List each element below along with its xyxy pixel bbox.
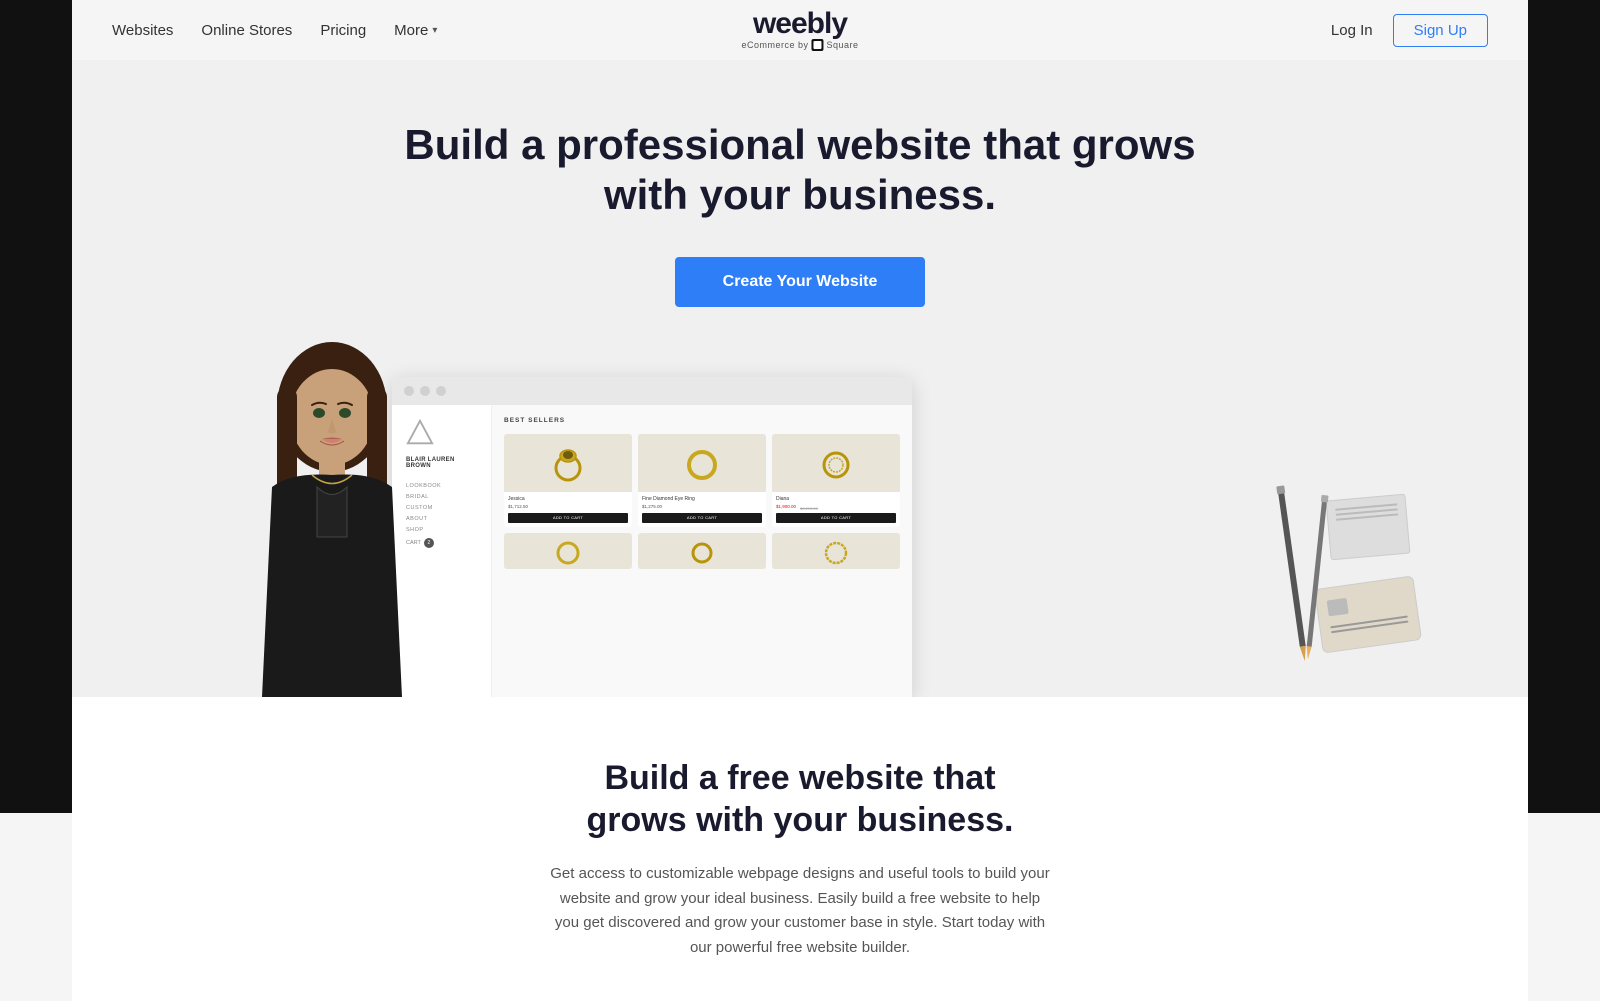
nav-item-pricing[interactable]: Pricing bbox=[320, 22, 366, 39]
hero-title: Build a professional website that grows … bbox=[112, 120, 1488, 221]
product-price-orig-diana: $3,299.00 bbox=[800, 506, 818, 511]
product-grid: Jessica $1,712.50 ADD TO CART bbox=[504, 434, 900, 527]
product-info-diana: Diana $1,900.00 $3,299.00 ADD TO CART bbox=[772, 492, 900, 527]
product-card-r2-3 bbox=[772, 533, 900, 569]
add-to-cart-ring: ADD TO CART bbox=[642, 513, 762, 523]
product-price-ring: $1,275.00 bbox=[642, 504, 762, 509]
product-card-jessica: Jessica $1,712.50 ADD TO CART bbox=[504, 434, 632, 527]
logo-text: weebly bbox=[753, 9, 847, 39]
product-price-jessica: $1,712.50 bbox=[508, 504, 628, 509]
add-to-cart-diana: ADD TO CART bbox=[776, 513, 896, 523]
product-img-ring bbox=[638, 434, 766, 492]
hero-visuals: BLAIR LAUREN BROWN LOOKBOOK BRIDAL CUSTO… bbox=[112, 357, 1488, 697]
product-row-2 bbox=[504, 533, 900, 569]
navbar: Websites Online Stores Pricing More ▾ we… bbox=[72, 0, 1528, 60]
best-sellers-title: BEST SELLERS bbox=[504, 417, 900, 424]
product-img-diana bbox=[772, 434, 900, 492]
mockup-body: BLAIR LAUREN BROWN LOOKBOOK BRIDAL CUSTO… bbox=[392, 405, 912, 697]
deco-right bbox=[1248, 477, 1408, 677]
logo-sub: eCommerce by Square bbox=[741, 39, 858, 51]
lower-title: Build a free website that grows with you… bbox=[112, 757, 1488, 842]
signup-button[interactable]: Sign Up bbox=[1393, 14, 1488, 47]
nav-item-online-stores[interactable]: Online Stores bbox=[201, 22, 292, 39]
lower-description: Get access to customizable webpage desig… bbox=[550, 862, 1050, 961]
product-card-r2-1 bbox=[504, 533, 632, 569]
logo-sub-text: eCommerce by bbox=[741, 40, 808, 50]
nav-item-more[interactable]: More ▾ bbox=[394, 22, 437, 39]
product-name-ring: Fine Diamond Eye Ring bbox=[642, 496, 762, 502]
product-card-diana: Diana $1,900.00 $3,299.00 ADD TO CART bbox=[772, 434, 900, 527]
product-card-ring: Fine Diamond Eye Ring $1,275.00 ADD TO C… bbox=[638, 434, 766, 527]
product-img-jessica bbox=[504, 434, 632, 492]
product-name-diana: Diana bbox=[776, 496, 896, 502]
mockup-content: BEST SELLERS bbox=[492, 405, 912, 697]
nav-item-websites[interactable]: Websites bbox=[112, 22, 173, 39]
create-website-button[interactable]: Create Your Website bbox=[675, 257, 926, 307]
hero-section: Build a professional website that grows … bbox=[72, 60, 1528, 697]
side-bar-left bbox=[0, 0, 72, 813]
login-button[interactable]: Log In bbox=[1331, 22, 1373, 39]
square-icon bbox=[812, 39, 824, 51]
lower-title-line2: grows with your business. bbox=[587, 801, 1014, 839]
website-mockup: BLAIR LAUREN BROWN LOOKBOOK BRIDAL CUSTO… bbox=[392, 377, 912, 697]
nav-logo[interactable]: weebly eCommerce by Square bbox=[741, 9, 858, 51]
main-wrapper: Websites Online Stores Pricing More ▾ we… bbox=[72, 0, 1528, 1001]
chevron-down-icon: ▾ bbox=[432, 25, 437, 36]
side-bar-right bbox=[1528, 0, 1600, 813]
product-name-jessica: Jessica bbox=[508, 496, 628, 502]
lower-title-line1: Build a free website that bbox=[604, 759, 995, 797]
nav-more-label: More bbox=[394, 22, 428, 39]
lower-section: Build a free website that grows with you… bbox=[72, 697, 1528, 1001]
hero-cta-area: Create Your Website bbox=[112, 257, 1488, 307]
hero-title-line1: Build a professional website that grows bbox=[404, 121, 1195, 168]
product-price-sale-diana: $1,900.00 bbox=[776, 504, 796, 509]
product-card-r2-2 bbox=[638, 533, 766, 569]
titlebar-dot-3 bbox=[436, 386, 446, 396]
nav-right: Log In Sign Up bbox=[1331, 14, 1488, 47]
add-to-cart-jessica: ADD TO CART bbox=[508, 513, 628, 523]
person-image bbox=[232, 317, 432, 697]
mockup-titlebar bbox=[392, 377, 912, 405]
logo-square-text: Square bbox=[827, 40, 859, 50]
product-info-jessica: Jessica $1,712.50 ADD TO CART bbox=[504, 492, 632, 527]
product-info-ring: Fine Diamond Eye Ring $1,275.00 ADD TO C… bbox=[638, 492, 766, 527]
hero-title-line2: with your business. bbox=[604, 171, 996, 218]
nav-left: Websites Online Stores Pricing More ▾ bbox=[112, 22, 437, 39]
